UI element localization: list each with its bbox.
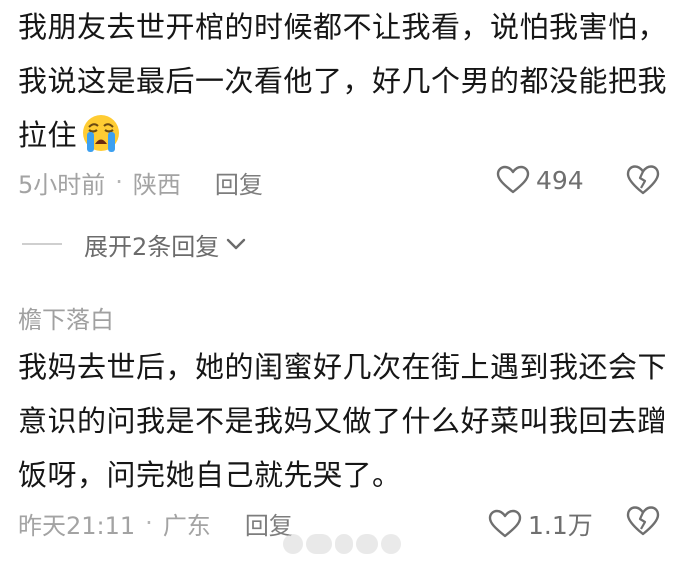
comment-2-location: 广东 — [162, 511, 211, 540]
meta-separator: · — [145, 509, 153, 537]
comment-2-like-button[interactable]: 1.1万 — [488, 506, 593, 542]
comment-1-reply-button[interactable]: 回复 — [215, 165, 263, 200]
comment-2-like-count: 1.1万 — [528, 511, 593, 540]
comment-1-meta: 5小时前 · 陕西 回复 494 — [18, 162, 672, 202]
expand-replies-label: 展开2条回复 — [84, 232, 220, 261]
comment-2-username[interactable]: 檐下落白 — [18, 300, 114, 335]
meta-separator: · — [115, 168, 123, 196]
heart-outline-icon — [496, 165, 530, 194]
chevron-down-icon — [227, 238, 246, 250]
comment-1-text: 我朋友去世开棺的时候都不让我看，说怕我害怕，我说这是最后一次看他了，好几个男的都… — [18, 0, 678, 162]
comment-2-text: 我妈去世后，她的闺蜜好几次在街上遇到我还会下意识的问我是不是我妈又做了什么好菜叫… — [18, 350, 668, 492]
expand-replies-button[interactable]: 展开2条回复 — [22, 225, 247, 263]
expand-divider — [22, 243, 62, 245]
heart-outline-icon — [488, 509, 522, 538]
comment-1-like-count: 494 — [536, 165, 584, 195]
loudly-crying-face-icon — [83, 115, 120, 152]
blurred-watermark — [283, 534, 403, 560]
comment-1-location: 陕西 — [132, 170, 181, 199]
broken-heart-icon[interactable] — [626, 164, 660, 196]
comment-2-time: 昨天21:11 — [18, 511, 136, 540]
comment-1-like-button[interactable]: 494 — [496, 165, 584, 195]
broken-heart-icon[interactable] — [626, 505, 660, 537]
comment-1-time: 5小时前 — [18, 170, 106, 199]
